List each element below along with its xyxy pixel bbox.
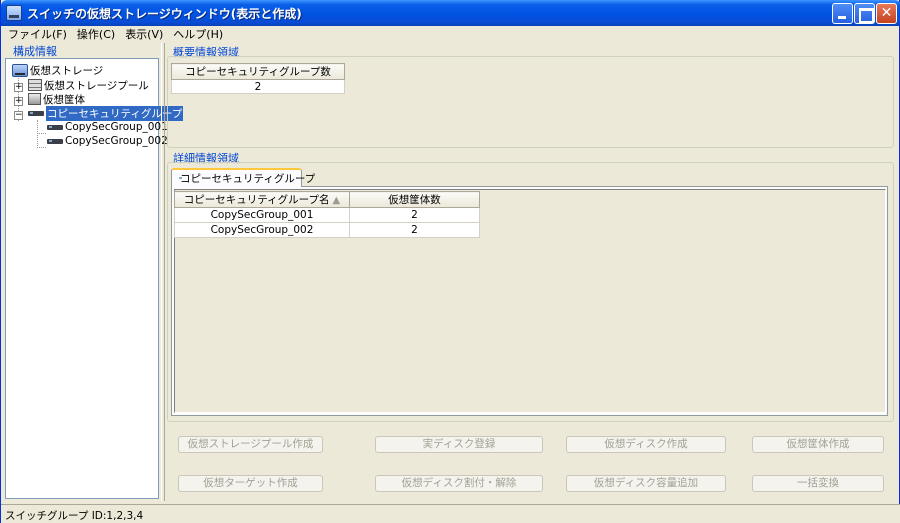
menu-bar: ファイル(F) 操作(C) 表示(V) ヘルプ(H) [3, 26, 899, 42]
cell-group-name: CopySecGroup_002 [174, 222, 350, 238]
tree-connector [37, 147, 46, 148]
summary-value: 2 [171, 79, 345, 94]
summary-table: コピーセキュリティグループ数 2 [171, 63, 345, 94]
close-button[interactable]: ✕ [876, 3, 897, 24]
group-icon [47, 138, 63, 144]
column-header-label: コピーセキュリティグループ名 [183, 194, 330, 206]
tree-connector [37, 133, 46, 134]
expand-icon[interactable]: + [14, 83, 23, 92]
tree-node-group-001[interactable]: CopySecGroup_001 [47, 120, 168, 134]
menu-file[interactable]: ファイル(F) [3, 26, 72, 42]
register-real-disk-button[interactable]: 実ディスク登録 [375, 436, 543, 453]
config-pane: 構成情報 仮想ストレージ + 仮想ストレージプール + 仮想筐体 − コピーセキ… [5, 43, 184, 499]
status-bar: スイッチグループ ID:1,2,3,4 [1, 504, 900, 523]
title-bar[interactable]: スイッチの仮想ストレージウィンドウ(表示と作成) ✕ [1, 0, 900, 26]
tree-node-copy-security-group[interactable]: コピーセキュリティグループ [28, 105, 184, 121]
status-text: スイッチグループ ID:1,2,3,4 [5, 510, 144, 522]
cell-chassis-count: 2 [349, 222, 480, 238]
config-pane-label: 構成情報 [13, 45, 57, 58]
cell-group-name: CopySecGroup_001 [174, 207, 350, 223]
table-header-row: コピーセキュリティグループ名 ▲ 仮想筐体数 [174, 191, 480, 208]
tree-node-virtual-chassis[interactable]: 仮想筐体 [28, 92, 85, 106]
tree-connector [37, 120, 38, 148]
menu-operation[interactable]: 操作(C) [72, 26, 120, 42]
column-header-group-name[interactable]: コピーセキュリティグループ名 ▲ [174, 191, 350, 208]
app-icon [6, 5, 22, 21]
menu-help[interactable]: ヘルプ(H) [168, 26, 228, 42]
config-tree[interactable]: 仮想ストレージ + 仮想ストレージプール + 仮想筐体 − コピーセキュリティグ… [5, 58, 184, 499]
storage-icon [12, 63, 28, 77]
assign-virtual-disk-button[interactable]: 仮想ディスク割付・解除 [375, 475, 543, 492]
pane-splitter[interactable] [161, 43, 165, 501]
app-window: スイッチの仮想ストレージウィンドウ(表示と作成) ✕ ファイル(F) 操作(C)… [0, 0, 900, 523]
create-virtual-disk-button[interactable]: 仮想ディスク作成 [566, 436, 726, 453]
add-disk-capacity-button[interactable]: 仮想ディスク容量追加 [566, 475, 726, 492]
tab-copy-security-group[interactable]: コピーセキュリティグループ [171, 168, 315, 187]
table-row[interactable]: CopySecGroup_001 2 [174, 207, 480, 223]
create-storage-pool-button[interactable]: 仮想ストレージプール作成 [178, 436, 323, 453]
group-icon [28, 110, 44, 116]
table-row[interactable]: CopySecGroup_002 2 [174, 222, 480, 238]
window-title: スイッチの仮想ストレージウィンドウ(表示と作成) [27, 7, 302, 21]
pool-icon [28, 79, 42, 91]
tree-node-storage-pool[interactable]: 仮想ストレージプール [28, 78, 149, 92]
column-header-chassis-count[interactable]: 仮想筐体数 [349, 191, 480, 208]
bulk-convert-button[interactable]: 一括変換 [752, 475, 884, 492]
tree-node-group-002[interactable]: CopySecGroup_002 [47, 134, 168, 148]
expand-icon[interactable]: + [14, 97, 23, 106]
tree-node-virtual-storage[interactable]: 仮想ストレージ [12, 63, 103, 77]
group-icon [47, 124, 63, 130]
menu-view[interactable]: 表示(V) [120, 26, 168, 42]
detail-table: コピーセキュリティグループ名 ▲ 仮想筐体数 CopySecGroup_001 2… [174, 191, 480, 238]
tab-label: コピーセキュリティグループ [180, 173, 316, 185]
create-virtual-target-button[interactable]: 仮想ターゲット作成 [178, 475, 323, 492]
create-virtual-chassis-button[interactable]: 仮想筐体作成 [752, 436, 884, 453]
close-icon: ✕ [880, 5, 893, 21]
summary-column-header[interactable]: コピーセキュリティグループ数 [171, 63, 345, 80]
sort-ascending-icon: ▲ [332, 195, 341, 206]
minimize-button[interactable] [832, 3, 853, 24]
maximize-button[interactable] [854, 3, 875, 24]
cell-chassis-count: 2 [349, 207, 480, 223]
collapse-icon[interactable]: − [14, 111, 23, 120]
chassis-icon [28, 93, 41, 105]
